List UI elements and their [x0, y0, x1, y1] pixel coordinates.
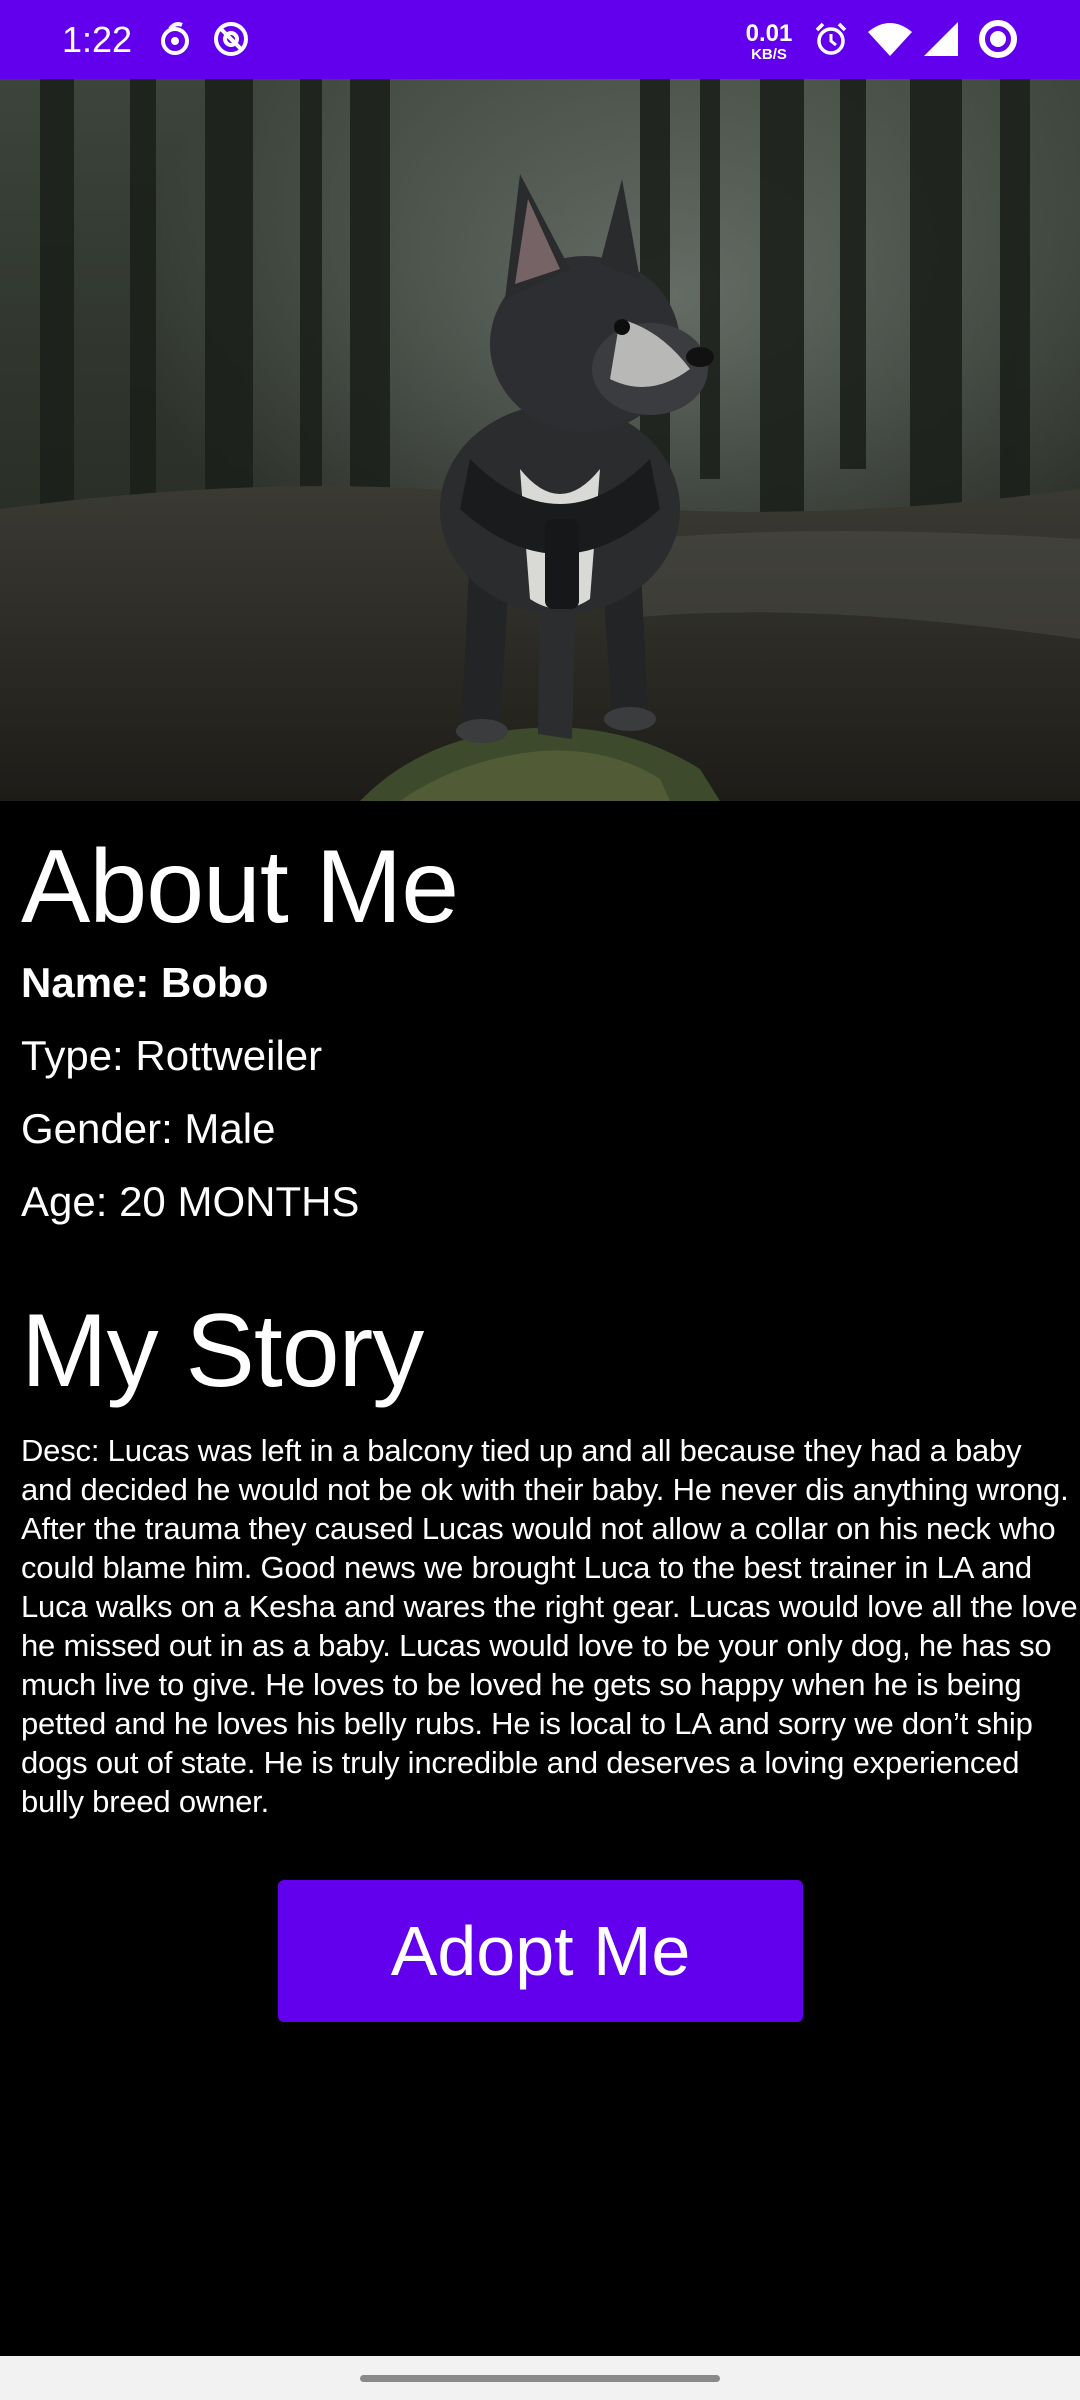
- pet-age: Age: 20 MONTHS: [21, 1178, 360, 1225]
- status-time: 1:22: [62, 19, 133, 60]
- home-gesture-handle[interactable]: [360, 2375, 720, 2382]
- net-speed-value: 0.01: [745, 20, 793, 47]
- no-disturb-icon: [214, 22, 248, 56]
- pet-type: Type: Rottweiler: [21, 1032, 323, 1079]
- pet-info-list: Name: Bobo Type: Rottweiler Gender: Male…: [21, 959, 1080, 1251]
- my-story-heading: My Story: [21, 1293, 424, 1409]
- pet-photo: [0, 79, 1080, 801]
- adopt-me-button[interactable]: Adopt Me: [278, 1880, 803, 2022]
- wifi-icon: [868, 23, 912, 56]
- battery-ring-icon: [979, 20, 1017, 58]
- network-speed: 0.01 KB/S: [744, 20, 794, 63]
- status-bar: 1:22 0.01 KB/S: [0, 0, 1080, 79]
- alarm-icon: [815, 22, 847, 55]
- pet-details: About Me Name: Bobo Type: Rottweiler Gen…: [21, 801, 1080, 1821]
- gesture-nav-bar: [0, 2356, 1080, 2400]
- net-speed-unit: KB/S: [751, 46, 787, 63]
- pet-gender: Gender: Male: [21, 1105, 276, 1152]
- sync-icon: [161, 22, 189, 55]
- pet-name: Name: Bobo: [21, 959, 269, 1006]
- story-description: Desc: Lucas was left in a balcony tied u…: [21, 1433, 1078, 1819]
- signal-icon: [924, 22, 958, 56]
- about-me-heading: About Me: [21, 829, 459, 945]
- french-bulldog-photo: [0, 79, 1080, 801]
